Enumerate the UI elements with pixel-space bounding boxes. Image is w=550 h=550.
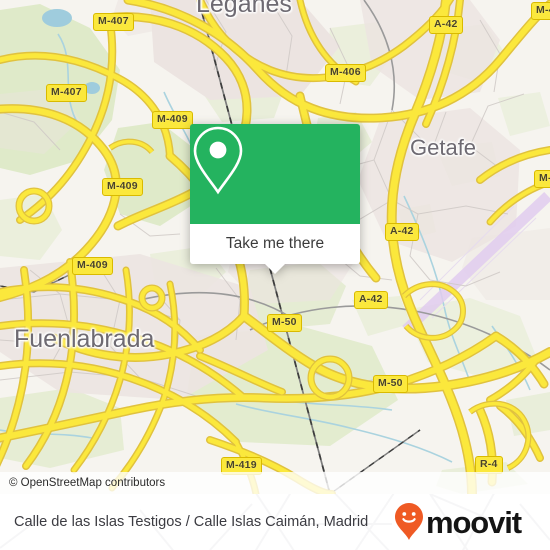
road-shield-m50-west: M-50	[267, 314, 302, 332]
road-shield-m409-upper: M-409	[152, 111, 193, 129]
road-shield-m407-west: M-407	[46, 84, 87, 102]
city-label-leganes: Leganés	[196, 0, 292, 18]
moovit-brand[interactable]: moovit	[394, 502, 522, 542]
popup-action-bar[interactable]: Take me there	[190, 224, 360, 274]
popup-header	[190, 124, 360, 224]
location-pin-icon	[193, 126, 243, 195]
moovit-smiley-pin-icon	[395, 503, 423, 540]
footer-bar: Calle de las Islas Testigos / Calle Isla…	[0, 494, 550, 550]
place-title: Calle de las Islas Testigos / Calle Isla…	[14, 513, 369, 530]
road-shield-m409-lower: M-409	[72, 257, 113, 275]
city-label-fuenlabrada: Fuenlabrada	[14, 325, 155, 353]
osm-attribution-bar: © OpenStreetMap contributors	[0, 472, 550, 494]
road-shield-m409-mid: M-409	[102, 178, 143, 196]
take-me-there-label: Take me there	[225, 235, 325, 252]
road-shield-m50-east: M-50	[373, 375, 408, 393]
city-label-getafe: Getafe	[410, 135, 477, 160]
road-shield-m407-north: M-407	[93, 13, 134, 31]
moovit-map-screenshot: Leganés Getafe Fuenlabrada M-407 M-406 A…	[0, 0, 550, 550]
location-popup-card[interactable]: Take me there	[190, 124, 360, 274]
road-shield-m4-topright: M-4	[531, 2, 550, 20]
road-shield-a42-mid: A-42	[385, 223, 419, 241]
road-shield-a42-south: A-42	[354, 291, 388, 309]
map-canvas[interactable]: Leganés Getafe Fuenlabrada M-407 M-406 A…	[0, 0, 550, 494]
road-shield-m406: M-406	[325, 64, 366, 82]
moovit-wordmark: moovit	[426, 504, 522, 540]
popup-tail-arrow	[264, 263, 286, 274]
road-shield-a42-north: A-42	[429, 16, 463, 34]
osm-attribution-text: © OpenStreetMap contributors	[9, 477, 166, 489]
road-shield-m4-right: M-4	[534, 170, 550, 188]
